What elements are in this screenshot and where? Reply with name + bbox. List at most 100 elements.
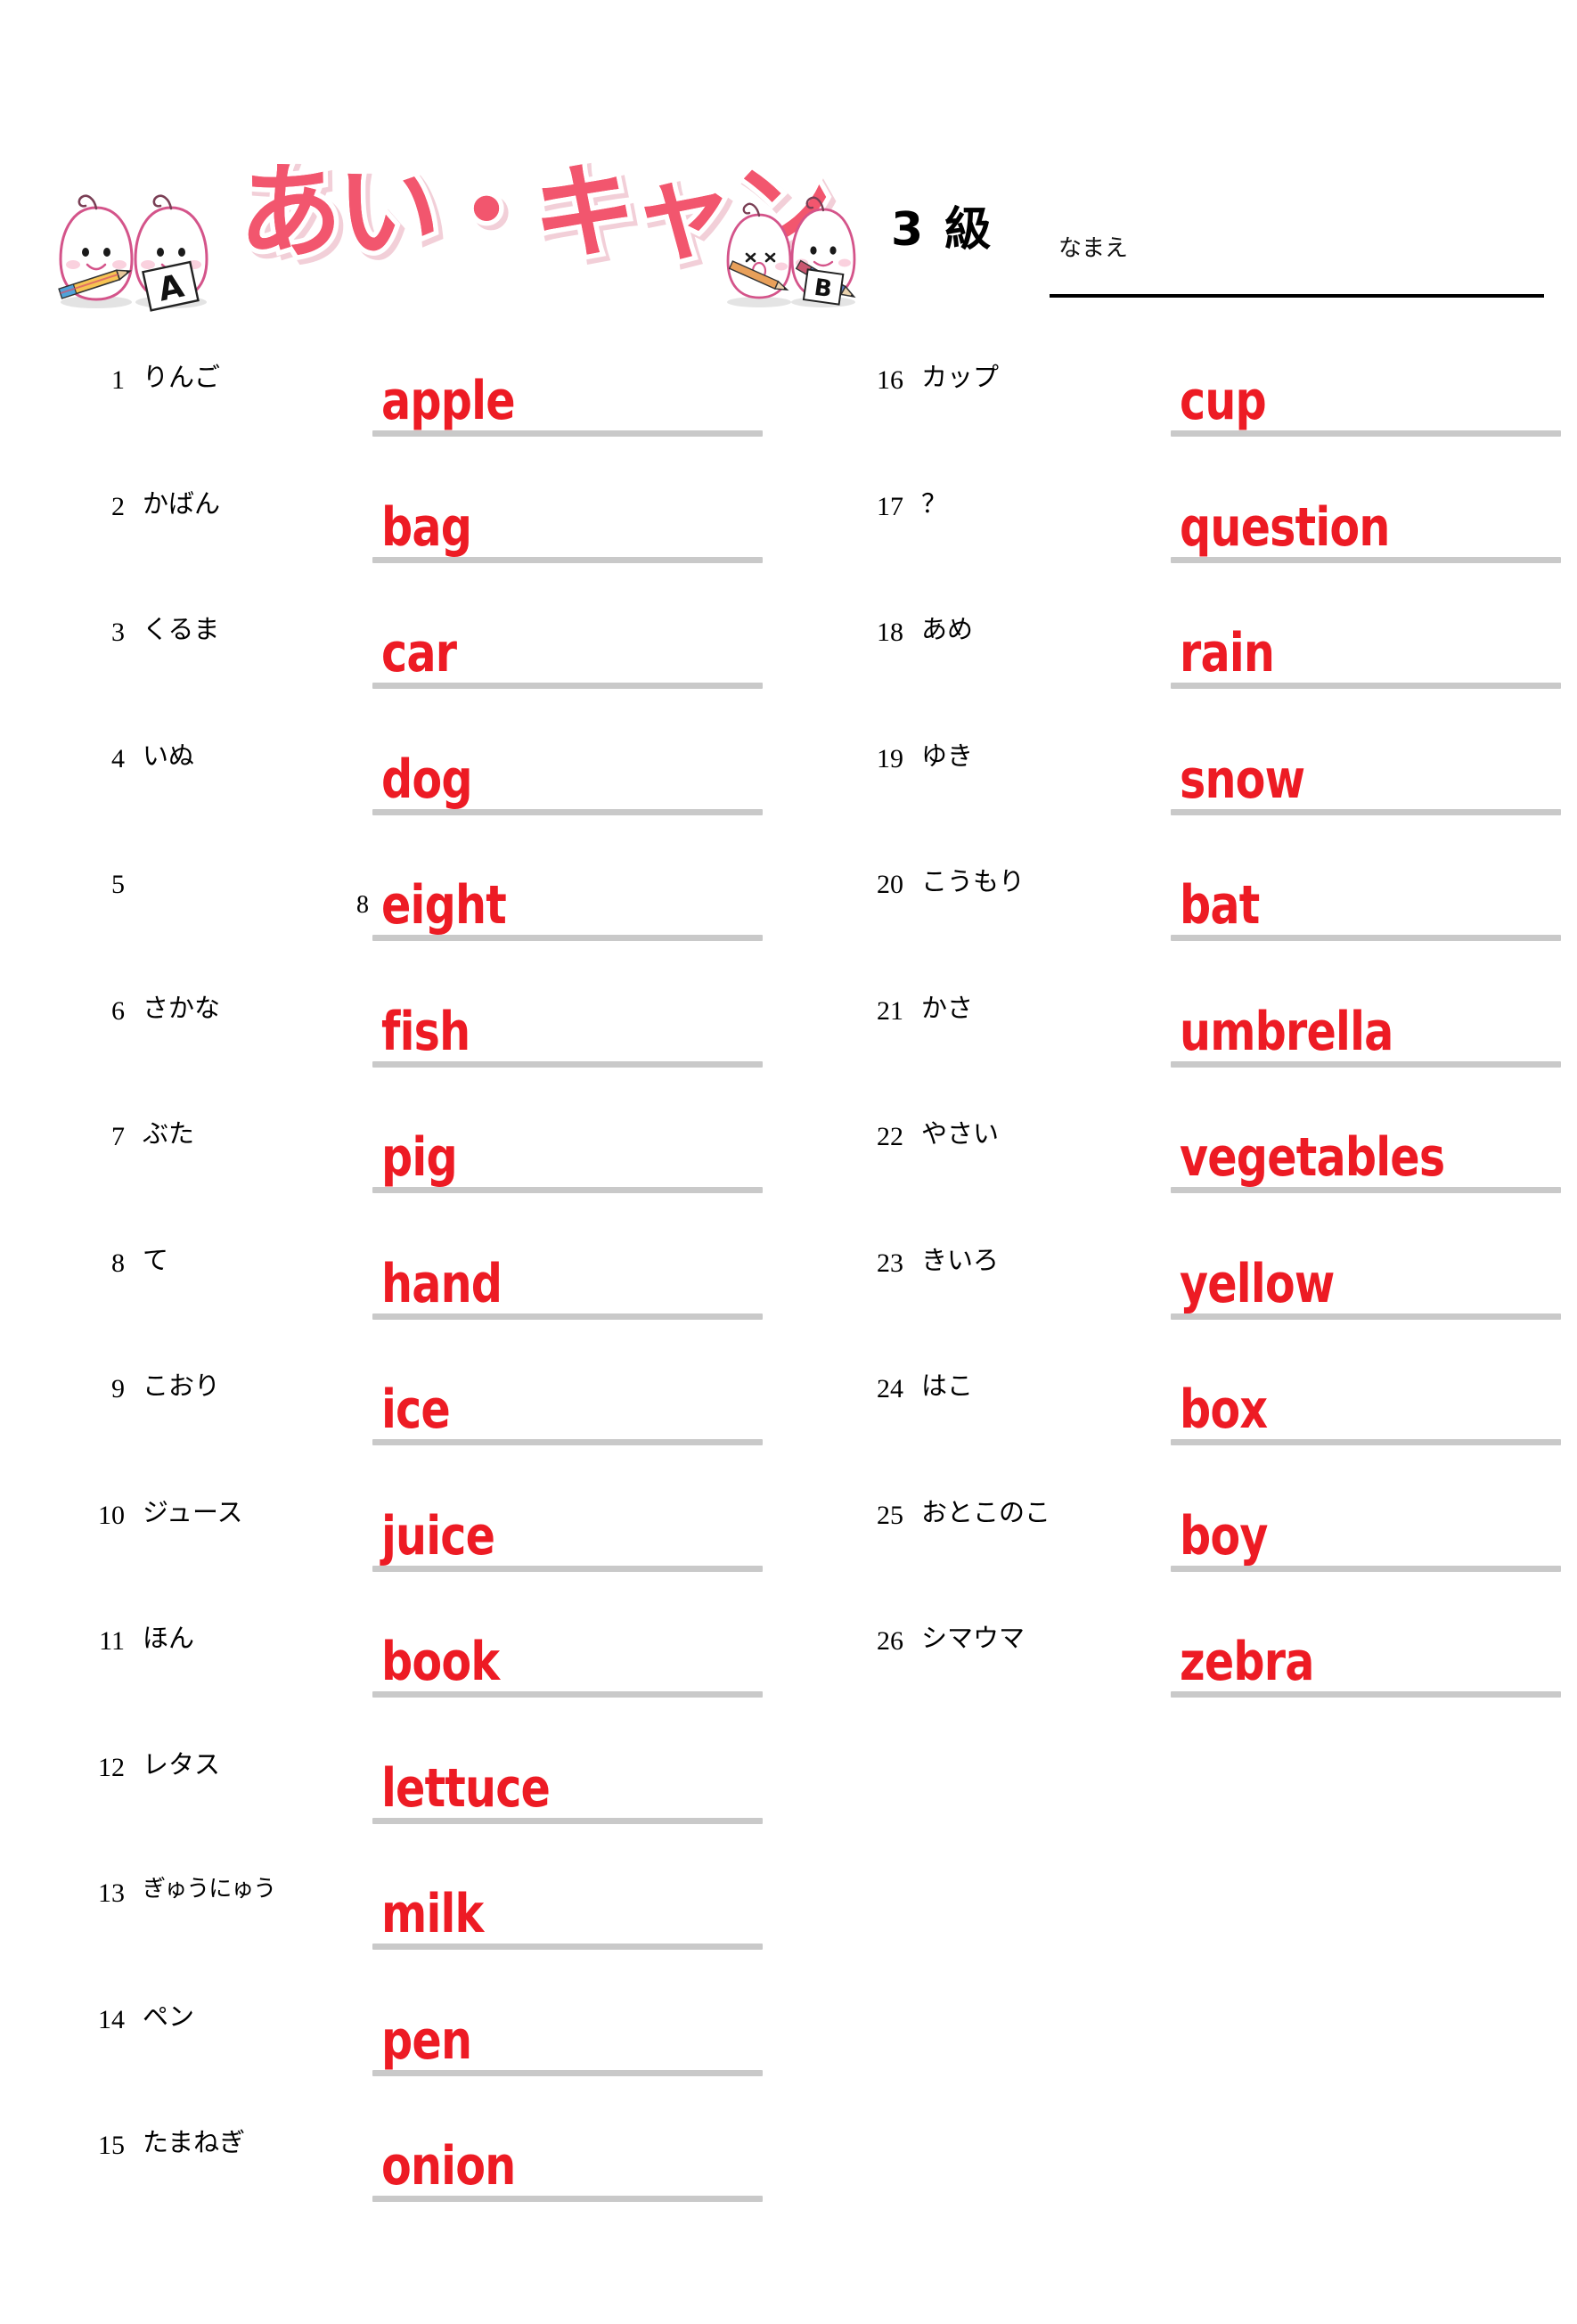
answer-area[interactable]: box bbox=[1171, 1346, 1561, 1452]
vocabulary-column-left: 1 りんご apple 2 かばん bag 3 くるま car 4 いぬ dog 5 8 eight 6 さかな… bbox=[78, 337, 773, 2229]
japanese-prompt: あめ bbox=[921, 614, 974, 644]
answer-write-line[interactable] bbox=[1171, 430, 1561, 437]
answer-write-line[interactable] bbox=[1171, 556, 1561, 563]
answer-area[interactable]: pen bbox=[372, 1976, 763, 2083]
vocabulary-row: 19 ゆき snow bbox=[857, 716, 1561, 842]
answer-write-line[interactable] bbox=[372, 1439, 763, 1445]
answer-area[interactable]: yellow bbox=[1171, 1220, 1561, 1327]
answer-write-line[interactable] bbox=[1171, 808, 1561, 815]
japanese-prompt: て bbox=[143, 1244, 169, 1275]
japanese-prompt: ぶた bbox=[143, 1118, 195, 1149]
answer-area[interactable]: dog bbox=[372, 716, 763, 822]
mascot-card-letter-right: B bbox=[813, 274, 834, 303]
answer-area[interactable]: lettuce bbox=[372, 1724, 763, 1831]
mascot-group-right-icon: B bbox=[726, 196, 856, 307]
answer-write-line[interactable] bbox=[372, 1817, 763, 1824]
answer-write-line[interactable] bbox=[372, 1060, 763, 1068]
answer-write-line[interactable] bbox=[1171, 1439, 1561, 1445]
item-number: 8 bbox=[111, 1248, 125, 1278]
answer-write-line[interactable] bbox=[372, 2196, 763, 2202]
answer-area[interactable]: rain bbox=[1171, 589, 1561, 696]
item-number: 2 bbox=[111, 491, 125, 521]
vocabulary-row: 17 ？ question bbox=[857, 463, 1561, 590]
answer-write-line[interactable] bbox=[372, 556, 763, 563]
japanese-prompt: ぎゅうにゅう bbox=[143, 1876, 276, 1903]
answer-area[interactable]: question bbox=[1171, 463, 1561, 570]
answer-area[interactable]: ice bbox=[372, 1346, 763, 1452]
answer-write-line[interactable] bbox=[1171, 935, 1561, 941]
answer-write-line[interactable] bbox=[372, 935, 763, 941]
answer-area[interactable]: juice bbox=[372, 1472, 763, 1579]
answer-write-line[interactable] bbox=[372, 1943, 763, 1950]
item-number: 7 bbox=[111, 1122, 125, 1151]
japanese-prompt: シマウマ bbox=[921, 1623, 1025, 1653]
answer-write-line[interactable] bbox=[372, 808, 763, 815]
answer-area[interactable]: hand bbox=[372, 1220, 763, 1327]
answer-write-line[interactable] bbox=[1171, 1187, 1561, 1193]
answer-write-line[interactable] bbox=[1171, 1060, 1561, 1068]
answer-write-line[interactable] bbox=[372, 2069, 763, 2076]
english-answer: vegetables bbox=[1180, 1126, 1445, 1189]
answer-area[interactable]: apple bbox=[372, 337, 763, 444]
vocabulary-row: 4 いぬ dog bbox=[78, 716, 773, 842]
item-number: 21 bbox=[877, 995, 903, 1026]
item-number: 1 bbox=[111, 365, 125, 395]
answer-write-line[interactable] bbox=[1171, 1565, 1561, 1572]
answer-area[interactable]: cup bbox=[1171, 337, 1561, 444]
answer-area[interactable]: bat bbox=[1171, 841, 1561, 948]
answer-write-line[interactable] bbox=[372, 1565, 763, 1572]
item-number: 5 bbox=[111, 870, 125, 899]
vocabulary-row: 20 こうもり bat bbox=[857, 841, 1561, 968]
vocabulary-row: 16 カップ cup bbox=[857, 337, 1561, 463]
english-answer: onion bbox=[381, 2135, 516, 2197]
answer-write-line[interactable] bbox=[372, 1313, 763, 1320]
vocabulary-row: 22 やさい vegetables bbox=[857, 1093, 1561, 1220]
answer-area[interactable]: zebra bbox=[1171, 1598, 1561, 1705]
english-answer: hand bbox=[381, 1252, 503, 1315]
name-write-line[interactable] bbox=[1050, 294, 1544, 298]
english-answer: ice bbox=[381, 1379, 451, 1441]
vocabulary-row: 18 あめ rain bbox=[857, 589, 1561, 716]
vocabulary-row: 25 おとこのこ boy bbox=[857, 1472, 1561, 1599]
item-number: 24 bbox=[877, 1374, 903, 1403]
answer-area[interactable]: bag bbox=[372, 463, 763, 570]
japanese-prompt: ほん bbox=[143, 1623, 195, 1653]
japanese-prompt: さかな bbox=[143, 992, 221, 1023]
answer-area[interactable]: 8 eight bbox=[356, 841, 763, 948]
vocabulary-row: 2 かばん bag bbox=[78, 463, 773, 590]
item-number: 6 bbox=[111, 995, 125, 1026]
english-answer: boy bbox=[1180, 1504, 1268, 1567]
answer-area[interactable]: car bbox=[372, 589, 763, 696]
japanese-prompt: おとこのこ bbox=[921, 1496, 1051, 1527]
english-answer: rain bbox=[1180, 622, 1275, 684]
answer-write-line[interactable] bbox=[372, 1691, 763, 1698]
vocabulary-row: 24 はこ box bbox=[857, 1346, 1561, 1472]
japanese-prompt: ペン bbox=[143, 2001, 195, 2032]
answer-area[interactable]: fish bbox=[372, 968, 763, 1075]
answer-area[interactable]: umbrella bbox=[1171, 968, 1561, 1075]
answer-write-line[interactable] bbox=[372, 683, 763, 689]
vocabulary-row: 14 ペン pen bbox=[78, 1976, 773, 2103]
english-answer: milk bbox=[381, 1883, 484, 1945]
vocabulary-row: 26 シマウマ zebra bbox=[857, 1598, 1561, 1724]
answer-area[interactable]: book bbox=[372, 1598, 763, 1705]
item-number: 16 bbox=[877, 365, 903, 395]
english-answer: question bbox=[1180, 495, 1390, 559]
answer-area[interactable]: boy bbox=[1171, 1472, 1561, 1579]
item-number: 15 bbox=[98, 2131, 125, 2160]
answer-area[interactable]: milk bbox=[372, 1850, 763, 1957]
answer-area[interactable]: vegetables bbox=[1171, 1093, 1561, 1200]
answer-write-line[interactable] bbox=[1171, 683, 1561, 689]
answer-write-line[interactable] bbox=[1171, 1691, 1561, 1698]
answer-write-line[interactable] bbox=[372, 1187, 763, 1193]
answer-area[interactable]: snow bbox=[1171, 716, 1561, 822]
japanese-prompt: ？ bbox=[921, 487, 948, 519]
answer-area[interactable]: pig bbox=[372, 1093, 763, 1200]
numeric-prompt: 8 bbox=[356, 891, 369, 919]
japanese-prompt: ゆき bbox=[921, 740, 974, 771]
item-number: 13 bbox=[98, 1878, 125, 1908]
answer-write-line[interactable] bbox=[1171, 1313, 1561, 1320]
vocabulary-row: 8 て hand bbox=[78, 1220, 773, 1346]
answer-write-line[interactable] bbox=[372, 430, 763, 437]
answer-area[interactable]: onion bbox=[372, 2102, 763, 2209]
